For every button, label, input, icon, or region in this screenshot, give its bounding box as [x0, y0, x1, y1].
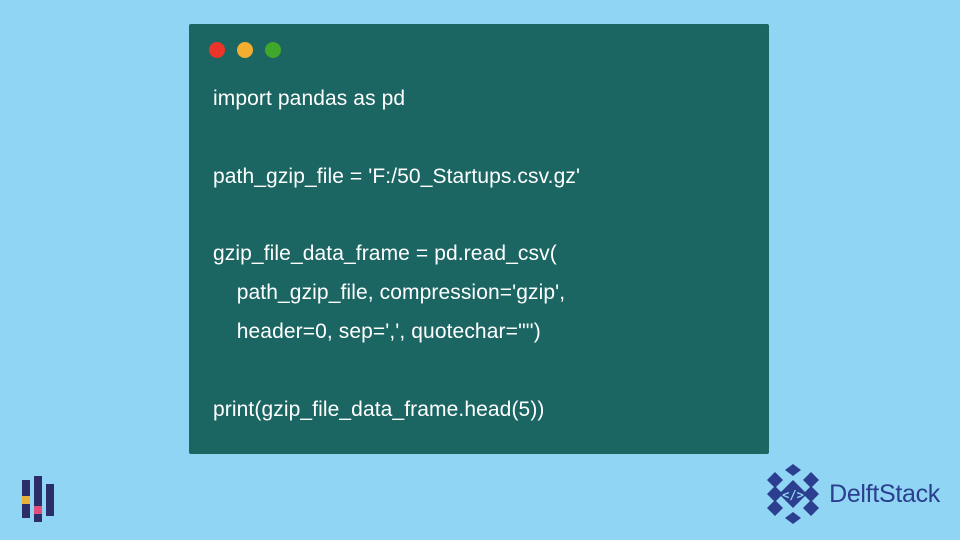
- delftstack-badge-icon: </>: [761, 462, 825, 526]
- minimize-icon: [237, 42, 253, 58]
- close-icon: [209, 42, 225, 58]
- site-logo-left: [22, 476, 68, 522]
- svg-text:</>: </>: [782, 488, 804, 502]
- code-block: import pandas as pd path_gzip_file = 'F:…: [213, 80, 745, 430]
- window-controls: [209, 42, 745, 58]
- brand-footer: </> DelftStack: [761, 462, 940, 526]
- code-window: import pandas as pd path_gzip_file = 'F:…: [189, 24, 769, 454]
- maximize-icon: [265, 42, 281, 58]
- brand-name: DelftStack: [829, 480, 940, 509]
